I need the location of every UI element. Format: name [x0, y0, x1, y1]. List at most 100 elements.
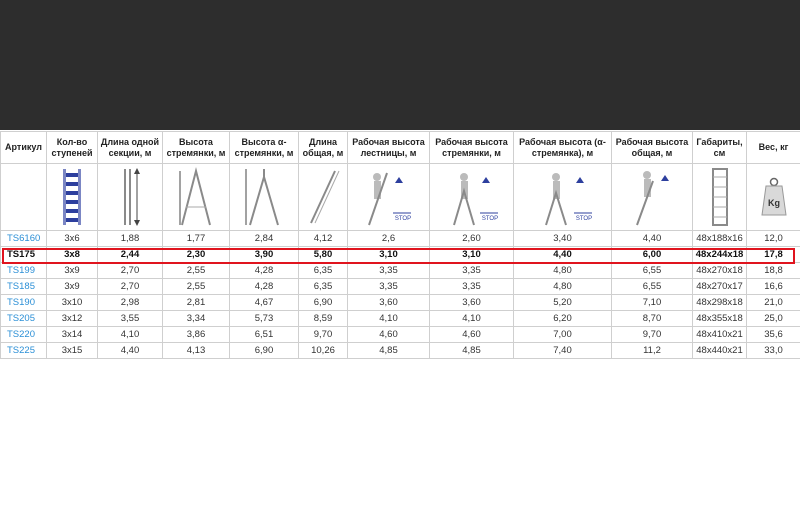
table-cell: 10,26	[298, 342, 348, 359]
table-cell: 5,80	[298, 246, 348, 263]
table-cell: 5,73	[229, 310, 299, 327]
table-cell: 4,40	[513, 246, 612, 263]
table-cell: 4,85	[347, 342, 430, 359]
table-cell: 6,35	[298, 278, 348, 295]
table-row: TS220 3x14 4,10 3,86 6,51 9,70 4,60 4,60 7,00 9,7…	[0, 326, 800, 343]
icon-cell	[692, 163, 747, 231]
table-cell: 11,2	[611, 342, 693, 359]
table-cell: 2,81	[162, 294, 230, 311]
col-header: Кол-во ступеней	[46, 131, 98, 164]
icon-cell: STOP	[347, 163, 430, 231]
col-header: Рабочая высота общая, м	[611, 131, 693, 164]
table-cell: 6,51	[229, 326, 299, 343]
col-header: Длина одной секции, м	[97, 131, 163, 164]
table-cell: 3,40	[513, 230, 612, 247]
icon-cell	[46, 163, 98, 231]
table-cell: 48x440x21	[692, 342, 747, 359]
table-cell: 1,88	[97, 230, 163, 247]
table-cell: 6,90	[229, 342, 299, 359]
table-cell: 6,20	[513, 310, 612, 327]
top-dark-banner	[0, 0, 800, 130]
table-cell: 48x270x17	[692, 278, 747, 295]
table-row: TS199 3x9 2,70 2,55 4,28 6,35 3,35 3,35 4,80 6,55…	[0, 262, 800, 279]
article-link[interactable]: TS199	[0, 262, 47, 279]
article-link[interactable]: TS185	[0, 278, 47, 295]
article-link[interactable]: TS6160	[0, 230, 47, 247]
col-header: Рабочая высота стремянки, м	[429, 131, 514, 164]
icon-cell	[611, 163, 693, 231]
col-header: Габариты, см	[692, 131, 747, 164]
table-cell: 4,67	[229, 294, 299, 311]
col-header: Высота стремянки, м	[162, 131, 230, 164]
col-header: Рабочая высота (α-стремянка), м	[513, 131, 612, 164]
icon-cell-empty	[0, 163, 47, 231]
table-cell: 8,59	[298, 310, 348, 327]
table-cell: 4,28	[229, 278, 299, 295]
table-cell: 3x10	[46, 294, 98, 311]
article-link[interactable]: TS175	[0, 246, 47, 263]
weight-icon: Kg	[760, 177, 787, 216]
table-cell: 3,90	[229, 246, 299, 263]
table-cell: 35,6	[746, 326, 800, 343]
table-cell: 48x355x18	[692, 310, 747, 327]
working-height-stepladder-icon: STOP	[452, 173, 498, 226]
icon-cell	[229, 163, 299, 231]
table-cell: 4,28	[229, 262, 299, 279]
table-cell: 2,44	[97, 246, 163, 263]
table-cell: 4,80	[513, 278, 612, 295]
table-cell: 25,0	[746, 310, 800, 327]
table-cell: 12,0	[746, 230, 800, 247]
article-link[interactable]: TS190	[0, 294, 47, 311]
ladder-spec-table-wrap: Артикул Кол-во ступеней Длина одной секц…	[0, 131, 800, 359]
col-header: Рабочая высота лестницы, м	[347, 131, 430, 164]
table-cell: 4,13	[162, 342, 230, 359]
table-cell: 7,40	[513, 342, 612, 359]
table-cell: 4,40	[97, 342, 163, 359]
table-cell: 2,60	[429, 230, 514, 247]
table-cell: 1,77	[162, 230, 230, 247]
table-row: TS6160 3x6 1,88 1,77 2,84 4,12 2,6 2,60 3,40 4,40…	[0, 230, 800, 247]
table-cell: 3,35	[429, 278, 514, 295]
table-cell: 6,55	[611, 278, 693, 295]
table-cell: 17,8	[746, 246, 800, 263]
table-row: TS205 3x12 3,55 3,34 5,73 8,59 4,10 4,10 6,20 8,7…	[0, 310, 800, 327]
article-link[interactable]: TS225	[0, 342, 47, 359]
article-link[interactable]: TS205	[0, 310, 47, 327]
table-cell: 48x244x18	[692, 246, 747, 263]
table-cell: 6,90	[298, 294, 348, 311]
table-row: TS225 3x15 4,40 4,13 6,90 10,26 4,85 4,85 7,40 11…	[0, 342, 800, 359]
table-cell: 3,86	[162, 326, 230, 343]
header-row: Артикул Кол-во ступеней Длина одной секц…	[0, 131, 800, 164]
stop-label: STOP	[394, 216, 410, 222]
table-cell: 9,70	[298, 326, 348, 343]
table-cell: 3,10	[429, 246, 514, 263]
table-cell: 5,20	[513, 294, 612, 311]
table-cell: 4,80	[513, 262, 612, 279]
table-cell: 6,00	[611, 246, 693, 263]
table-cell: 3x15	[46, 342, 98, 359]
table-cell: 6,35	[298, 262, 348, 279]
icon-cell: STOP	[429, 163, 514, 231]
table-cell: 3,35	[429, 262, 514, 279]
table-cell: 3,35	[347, 278, 430, 295]
table-cell: 2,84	[229, 230, 299, 247]
table-cell: 2,55	[162, 278, 230, 295]
table-row: TS185 3x9 2,70 2,55 4,28 6,35 3,35 3,35 4,80 6,55…	[0, 278, 800, 295]
table-cell: 2,70	[97, 262, 163, 279]
table-cell: 3,10	[347, 246, 430, 263]
table-cell: 16,6	[746, 278, 800, 295]
table-cell: 7,00	[513, 326, 612, 343]
col-header: Длина общая, м	[298, 131, 348, 164]
col-header: Вес, кг	[746, 131, 800, 164]
table-cell: 9,70	[611, 326, 693, 343]
icon-cell: Kg	[746, 163, 800, 231]
table-cell: 18,8	[746, 262, 800, 279]
table-cell: 3x9	[46, 278, 98, 295]
article-link[interactable]: TS220	[0, 326, 47, 343]
icon-cell	[162, 163, 230, 231]
table-row: TS190 3x10 2,98 2,81 4,67 6,90 3,60 3,60 5,20 7,1…	[0, 294, 800, 311]
working-height-alpha-icon: STOP	[544, 173, 592, 226]
col-header: Артикул	[0, 131, 47, 164]
table-cell: 48x410x21	[692, 326, 747, 343]
table-cell: 3x8	[46, 246, 98, 263]
